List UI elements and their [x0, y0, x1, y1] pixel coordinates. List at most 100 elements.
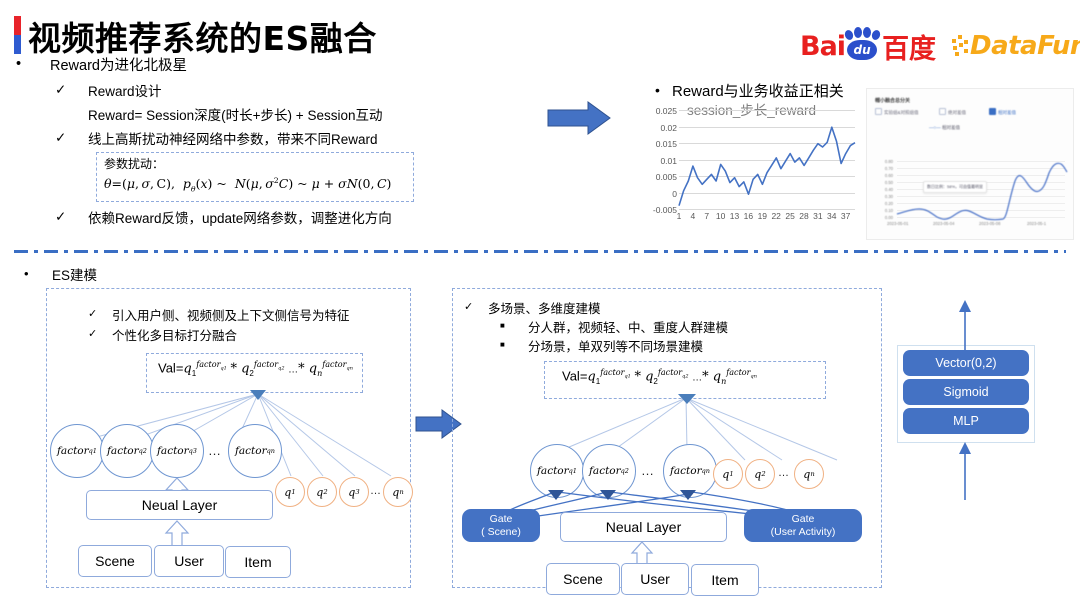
q-node-2: q2: [307, 477, 337, 507]
upper-check-2: 线上高斯扰动神经网络中参数，带来不同Reward: [88, 132, 378, 147]
left-check-1: 引入用户侧、视频侧及上下文侧信号为特征: [112, 309, 350, 323]
factor-node-qn: factor qn: [228, 424, 282, 478]
right-q-node-2: q2: [745, 459, 775, 489]
title-accent-bar: [14, 16, 21, 54]
dashboard-screenshot: 帽小融合总分关 实验组&对照组值 绝对差值 相对差值 —○— 相对差值 0.80…: [866, 88, 1074, 240]
stack-sigmoid-box: Sigmoid: [903, 379, 1029, 405]
chart-xtick: 7: [704, 211, 710, 221]
check-icon: ✓: [464, 301, 474, 313]
check-icon: ✓: [55, 130, 67, 145]
right-input-scene: Scene: [546, 563, 620, 595]
left-input-item: Item: [225, 546, 291, 578]
right-check-1: 多场景、多维度建模: [488, 302, 601, 316]
chart-ytick: 0.015: [655, 139, 677, 149]
right-input-user: User: [621, 563, 689, 595]
stack-vector-box: Vector(0,2): [903, 350, 1029, 376]
dashboard-legend-1: 实验组&对照组值: [875, 108, 919, 116]
check-icon: ✓: [88, 328, 98, 340]
dashboard-tooltip: 数日比例：58%，可由值最明显: [923, 181, 988, 193]
dashboard-ytick: 0.00: [884, 215, 893, 220]
gate-scene-box: Gate ( Scene): [462, 509, 540, 542]
section-divider: [14, 250, 1066, 253]
reward-line-chart: 0.025 0.02 0.015 0.01 0.005 0 -0.005 147…: [640, 106, 856, 240]
dashboard-xtick: 2023-05-1: [1027, 221, 1047, 226]
baidu-paw-label: du: [853, 43, 871, 57]
factor-ellipsis: …: [208, 443, 222, 458]
chart-ytick: -0.005: [652, 205, 677, 215]
chart-xtick: 16: [743, 211, 754, 221]
bullet-dot: •: [655, 82, 660, 98]
checkbox-icon[interactable]: [939, 108, 946, 115]
chart-xtick: 31: [813, 211, 823, 221]
chart-ytick: 0.005: [655, 172, 677, 182]
dashboard-legend-2: 绝对差值: [939, 108, 966, 116]
datafun-wordmark: DataFun.: [970, 31, 1080, 61]
chart-xtick: 37: [840, 211, 851, 221]
chart-ytick: 0.025: [655, 106, 677, 116]
check-icon: ✓: [55, 209, 67, 224]
check-icon: ✓: [88, 308, 98, 320]
q-node-n: qn: [383, 477, 413, 507]
arrow-right-icon: [547, 101, 611, 135]
baidu-latin-text: Bai: [800, 30, 846, 62]
square-bullet-icon: ■: [500, 321, 505, 330]
stack-mlp-box: MLP: [903, 408, 1029, 434]
left-input-scene: Scene: [78, 545, 152, 577]
datafun-dots-icon: [952, 35, 969, 57]
dashboard-series-label: —○— 相对差值: [929, 125, 960, 130]
chart-xtick: 34: [827, 211, 837, 221]
left-fan-connectors: [77, 390, 392, 477]
dashboard-xtick: 2023-05-01: [887, 221, 909, 226]
dashboard-ytick: 0.70: [884, 166, 893, 171]
hollow-arrow-up-icon: [164, 520, 190, 548]
factor-node-q2: factor q2: [100, 424, 154, 478]
checkbox-icon[interactable]: [875, 108, 882, 115]
gate-user-activity-box: Gate (User Activity): [744, 509, 862, 542]
dashboard-legend-3: 相对差值: [989, 108, 1016, 116]
left-input-user: User: [154, 545, 224, 577]
baidu-logo: Bai du 百度: [800, 27, 936, 65]
chart-xtick: 19: [757, 211, 768, 221]
chart-ytick: 0.01: [660, 155, 677, 166]
right-q-node-1: q1: [713, 459, 743, 489]
dashboard-ytick: 0.60: [884, 173, 893, 178]
chart-xtick: 25: [785, 211, 795, 221]
dashboard-ytick: 0.30: [884, 194, 893, 199]
lower-bullet: ES建模: [52, 268, 98, 283]
factor-node-q1: factor q1: [50, 424, 104, 478]
left-check-2: 个性化多目标打分融合: [112, 329, 238, 343]
q-ellipsis: …: [370, 485, 382, 497]
baidu-chinese-text: 百度: [882, 33, 937, 65]
right-val-formula: Val=q1factorq1 * q2factorq2 …* qnfactorq…: [562, 368, 757, 386]
datafun-logo: DataFun.: [952, 31, 1080, 61]
checkbox-icon-checked[interactable]: [989, 108, 996, 115]
chart-ytick: 0.02: [660, 122, 677, 133]
dashboard-ytick: 0.20: [884, 201, 893, 206]
chart-bullet-title: Reward与业务收益正相关: [672, 83, 844, 100]
square-bullet-icon: ■: [500, 340, 505, 349]
upper-check-3: 依赖Reward反馈，update网络参数，调整进化方向: [88, 211, 392, 226]
chart-xtick: 10: [715, 211, 726, 221]
dashboard-ytick: 0.50: [884, 180, 893, 185]
right-sub-1: 分人群，视频轻、中、重度人群建模: [528, 321, 729, 335]
chart-xtick: 22: [771, 211, 781, 221]
factor-node-q3: factor q3: [150, 424, 204, 478]
right-q-node-n: qn: [794, 459, 824, 489]
dashboard-xtick: 2023-05-08: [979, 221, 1001, 226]
dashboard-xtick: 2023-05-04: [933, 221, 955, 226]
bullet-dot: •: [24, 266, 29, 281]
left-neural-layer-box: Neual Layer: [86, 490, 273, 520]
upper-reward-formula: Reward= Session深度(时长+步长) + Session互动: [88, 108, 383, 123]
arrow-up-icon: [959, 300, 971, 350]
left-val-formula: Val=q1factorq1 * q2factorq2 …* qnfactorq…: [158, 360, 353, 378]
chart-ytick: 0: [672, 188, 677, 199]
dashboard-title: 帽小融合总分关: [875, 98, 911, 104]
page-title: 视频推荐系统的ES融合: [28, 19, 377, 58]
check-icon: ✓: [55, 82, 67, 97]
dashboard-ytick: 0.10: [884, 208, 893, 213]
chart-xtick: 1: [676, 211, 682, 221]
chart-xtick: 13: [729, 211, 740, 221]
right-q-ellipsis: …: [778, 467, 790, 479]
q-node-3: q3: [339, 477, 369, 507]
chart-plot-area: [678, 126, 856, 206]
